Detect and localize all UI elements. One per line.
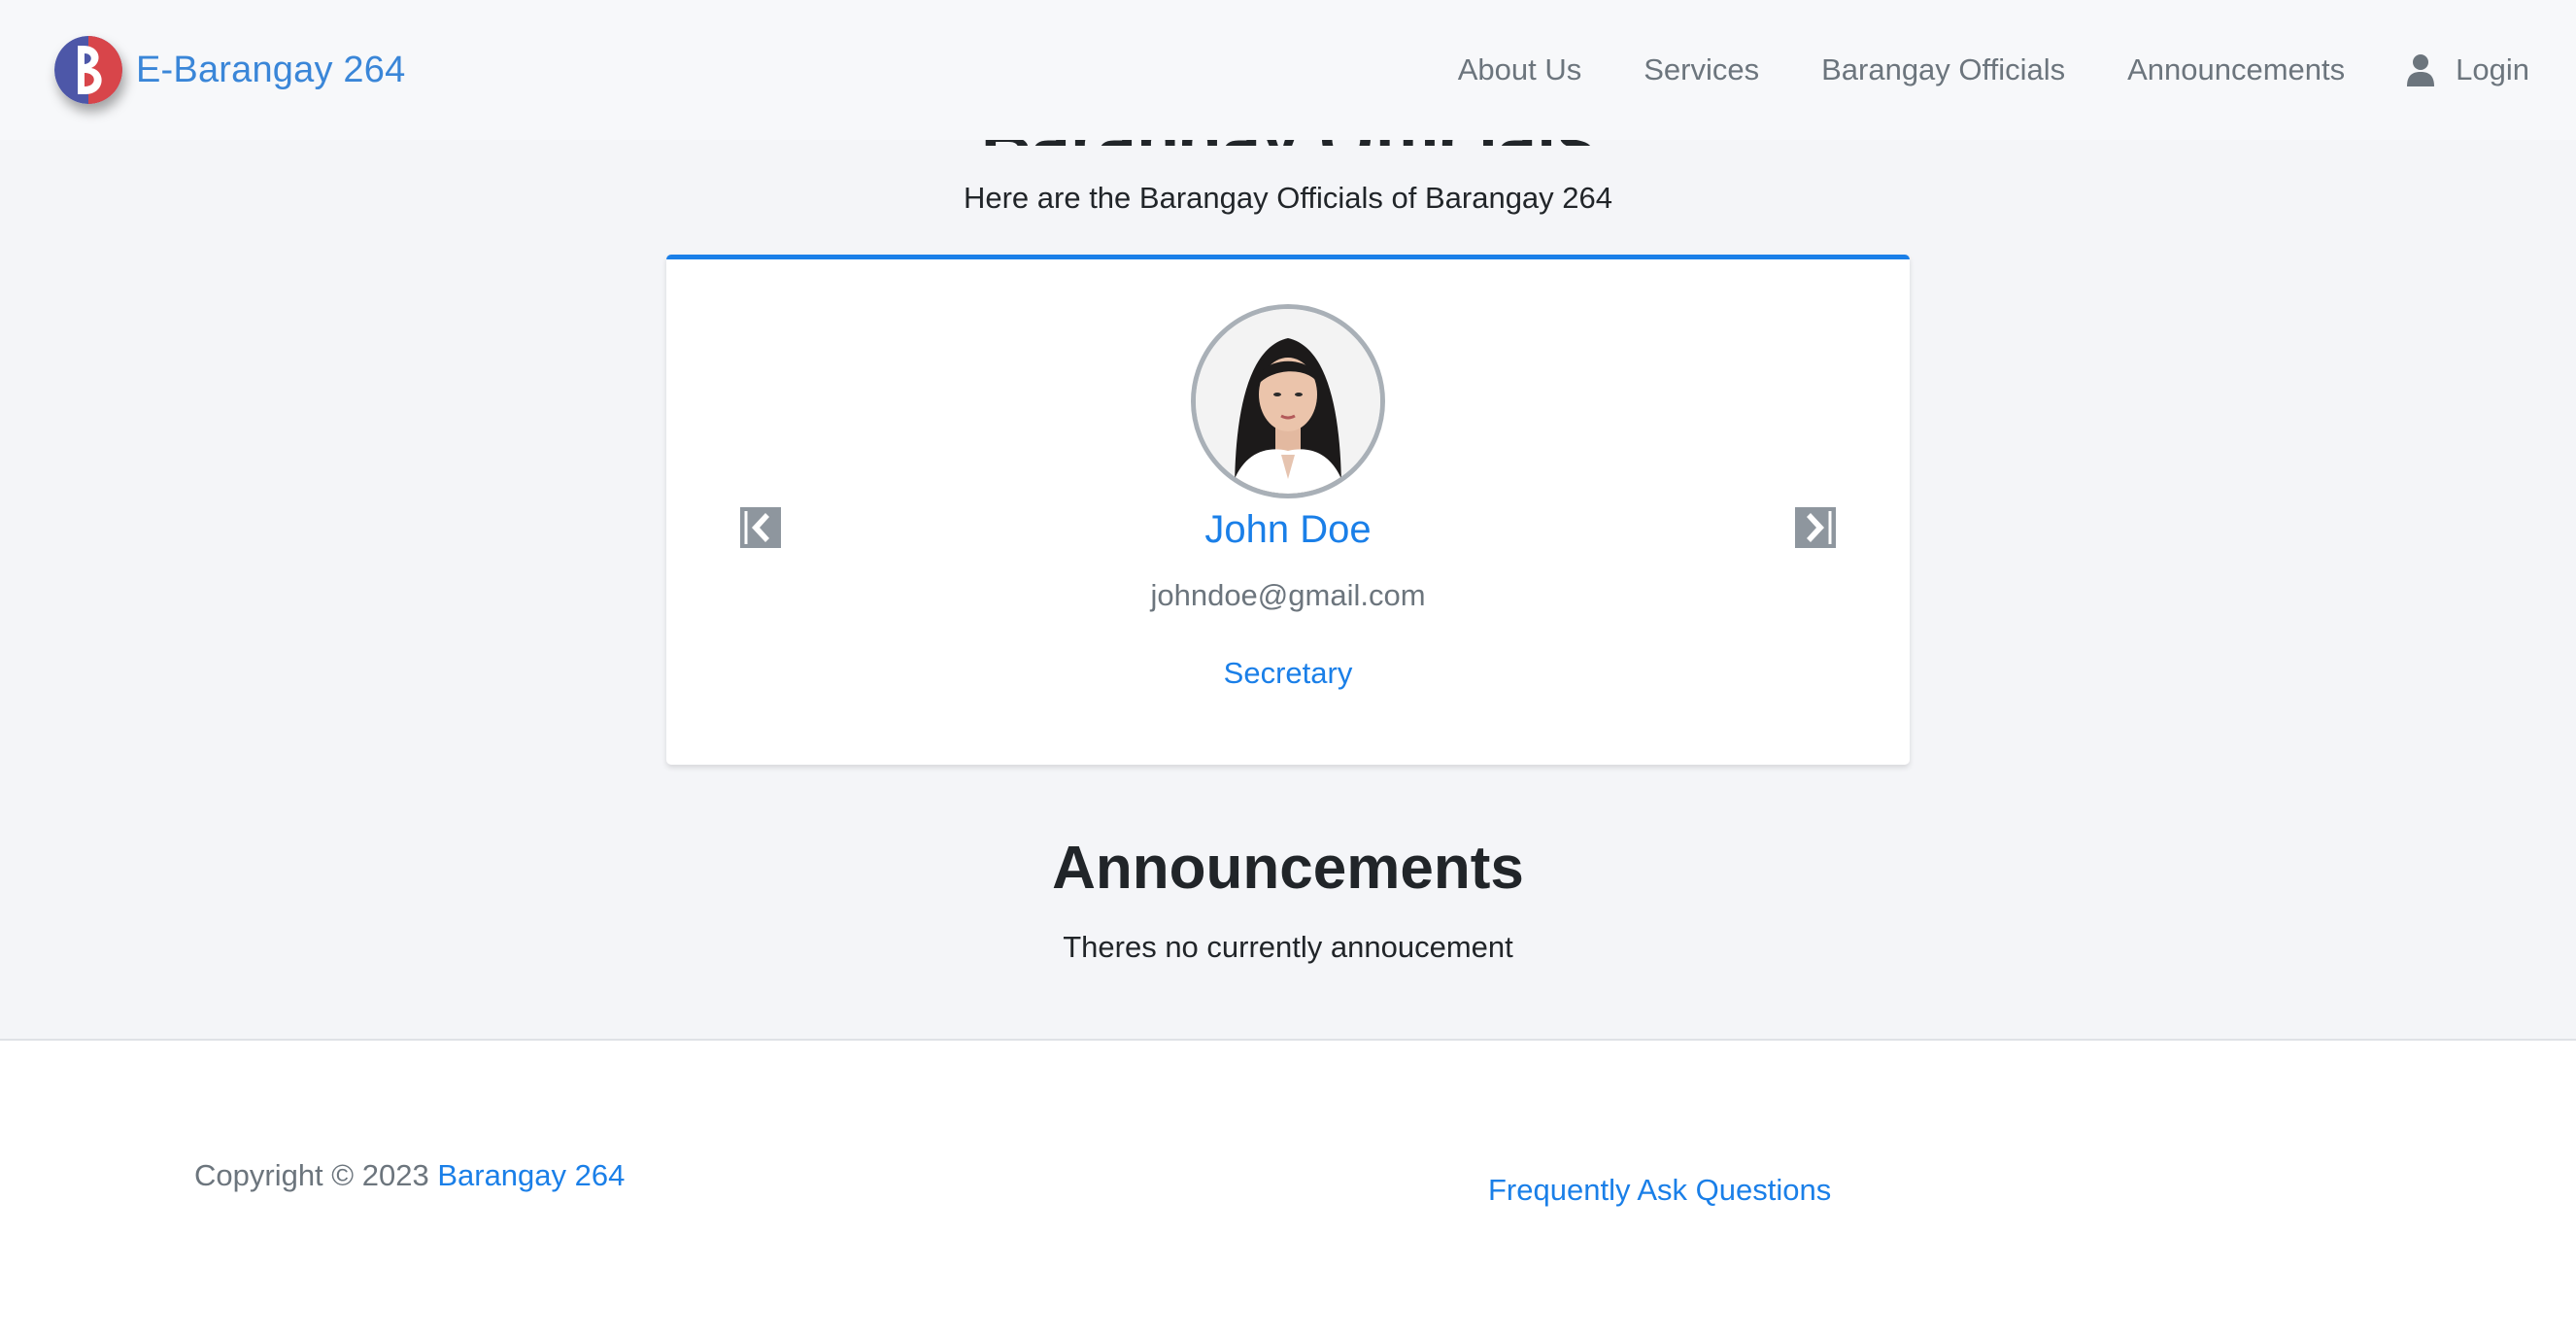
nav-services[interactable]: Services: [1644, 52, 1759, 87]
barangay-logo-icon: [54, 36, 122, 104]
official-name: John Doe: [1204, 508, 1372, 551]
official-position: Secretary: [1223, 656, 1353, 690]
official-avatar: [1191, 304, 1385, 498]
brand-name: E-Barangay 264: [136, 49, 406, 90]
official-card: John Doe johndoe@gmail.com Secretary: [666, 255, 1910, 765]
nav-announcements[interactable]: Announcements: [2127, 52, 2345, 87]
page: Barangay Officials Here are the Barangay…: [0, 0, 2576, 1337]
user-icon: [2407, 54, 2435, 86]
nav-barangay-officials[interactable]: Barangay Officials: [1821, 52, 2065, 87]
person-photo-icon: [1196, 309, 1380, 494]
navbar: E-Barangay 264 About Us Services Baranga…: [0, 0, 2576, 140]
login-label: Login: [2456, 52, 2529, 86]
copyright-text: Copyright © 2023: [194, 1158, 429, 1192]
nav-login[interactable]: Login: [2407, 52, 2529, 87]
officials-subtitle: Here are the Barangay Officials of Baran…: [963, 181, 1613, 215]
copyright-link[interactable]: Barangay 264: [437, 1158, 625, 1192]
footer-copyright: Copyright © 2023 Barangay 264: [194, 1158, 625, 1193]
official-email: johndoe@gmail.com: [1150, 578, 1426, 612]
announcements-empty-message: Theres no currently annoucement: [1063, 930, 1513, 964]
main-content: Barangay Officials Here are the Barangay…: [0, 0, 2576, 1041]
nav-about-us[interactable]: About Us: [1458, 52, 1582, 87]
nav-links: About Us Services Barangay Officials Ann…: [1396, 52, 2529, 87]
faq-link[interactable]: Frequently Ask Questions: [1488, 1173, 1831, 1208]
brand-link[interactable]: E-Barangay 264: [54, 36, 405, 104]
announcements-title: Announcements: [1052, 835, 1524, 902]
